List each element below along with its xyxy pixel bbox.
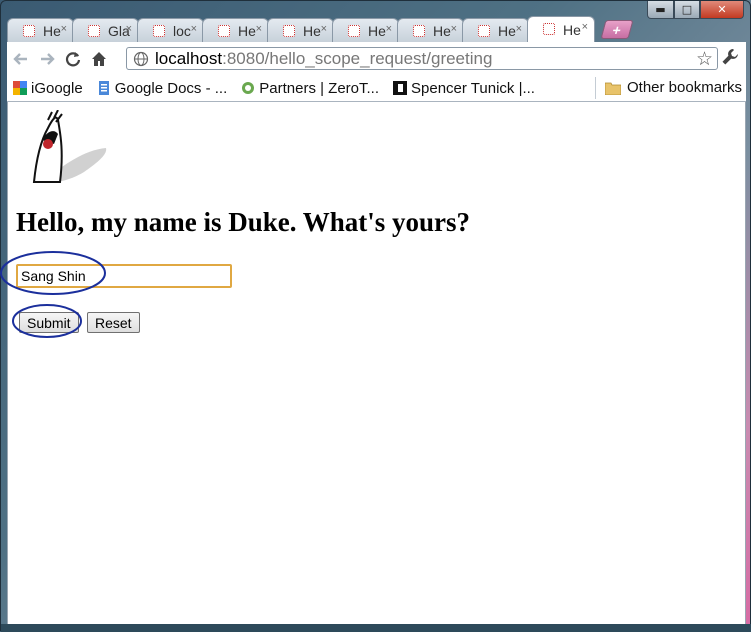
loading-favicon-icon (543, 23, 555, 35)
other-bookmarks-label: Other bookmarks (627, 79, 743, 96)
bookmark-spencer-tunick[interactable]: Spencer Tunick |... (393, 80, 535, 97)
tab-title: He (498, 22, 516, 39)
tab-close-icon[interactable]: × (386, 23, 392, 35)
submit-button[interactable]: Submit (19, 312, 79, 333)
bookmarks-bar: iGoogle Google Docs - ... Partners | Zer… (7, 75, 746, 102)
page-favicon-icon (413, 25, 425, 37)
wrench-icon (722, 49, 738, 65)
reset-button[interactable]: Reset (87, 312, 140, 333)
reload-button[interactable] (61, 47, 85, 71)
bookmark-google-docs[interactable]: Google Docs - ... (97, 79, 228, 97)
tab-close-icon[interactable]: × (126, 23, 132, 35)
page-favicon-icon (348, 25, 360, 37)
tab-close-icon[interactable]: × (321, 23, 327, 35)
tab-title: He (238, 22, 256, 39)
tab-4[interactable]: He × (202, 18, 269, 42)
folder-icon (604, 81, 623, 95)
google-icon (13, 81, 27, 95)
bookmark-star-icon[interactable]: ☆ (696, 48, 713, 71)
bookmark-label: Partners | ZeroT... (259, 79, 380, 97)
page-favicon-icon (88, 25, 100, 37)
maximize-button[interactable]: □ (674, 1, 700, 19)
tab-title: He (43, 22, 61, 39)
tab-6[interactable]: He × (332, 18, 399, 42)
bookmarks-divider (595, 77, 596, 99)
duke-mascot-image (32, 110, 107, 183)
home-icon (92, 51, 106, 66)
docs-icon (97, 81, 111, 95)
tab-close-icon[interactable]: × (451, 23, 457, 35)
page-favicon-icon (218, 25, 230, 37)
address-bar[interactable]: localhost:8080/hello_scope_request/greet… (126, 47, 718, 70)
settings-wrench-button[interactable] (720, 47, 740, 72)
minimize-button[interactable]: ▬ (647, 1, 674, 19)
forward-button[interactable] (35, 47, 59, 71)
tab-5[interactable]: He × (267, 18, 334, 42)
page-favicon-icon (478, 25, 490, 37)
tab-title: He (563, 21, 581, 38)
other-bookmarks-button[interactable]: Other bookmarks (604, 79, 743, 96)
tab-2[interactable]: Gla × (72, 18, 139, 42)
browser-window: ▬ □ ✕ He × Gla × loc × He × He × He × He × He × … (0, 0, 751, 632)
tab-7[interactable]: He × (397, 18, 464, 42)
window-controls: ▬ □ ✕ (647, 1, 744, 19)
name-input[interactable] (16, 264, 232, 288)
bookmark-igoogle[interactable]: iGoogle (13, 80, 83, 97)
globe-icon (133, 51, 149, 66)
tab-close-icon[interactable]: × (582, 21, 588, 33)
back-button[interactable] (9, 47, 33, 71)
tab-close-icon[interactable]: × (61, 23, 67, 35)
tab-strip: He × Gla × loc × He × He × He × He × He × He × + (7, 15, 634, 42)
tab-close-icon[interactable]: × (256, 23, 262, 35)
tab-8[interactable]: He × (462, 18, 529, 42)
tab-title: He (433, 22, 451, 39)
reload-icon (65, 51, 81, 66)
bookmark-partners-zerot[interactable]: Partners | ZeroT... (241, 80, 379, 97)
tab-1[interactable]: He × (7, 18, 74, 42)
tab-close-icon[interactable]: × (516, 23, 522, 35)
tab-title: He (368, 22, 386, 39)
back-arrow-icon (13, 52, 27, 65)
tunick-icon (393, 81, 408, 95)
tab-active[interactable]: He × (527, 16, 595, 42)
new-tab-button[interactable]: + (600, 20, 634, 39)
page-heading: Hello, my name is Duke. What's yours? (16, 207, 471, 237)
page-favicon-icon (153, 25, 165, 37)
bookmark-label: Spencer Tunick |... (411, 79, 535, 97)
bookmark-label: Google Docs - ... (114, 79, 228, 97)
home-button[interactable] (87, 47, 111, 71)
bookmark-label: iGoogle (31, 79, 83, 97)
url-path: :8080/hello_scope_request/greeting (222, 48, 493, 68)
tab-3[interactable]: loc × (137, 18, 204, 42)
page-content: Hello, my name is Duke. What's yours? Su… (0, 102, 746, 624)
toolbar: localhost:8080/hello_scope_request/greet… (7, 42, 746, 75)
url-host: localhost (155, 48, 223, 68)
tab-title: He (303, 22, 321, 39)
page-favicon-icon (23, 25, 35, 37)
tab-close-icon[interactable]: × (191, 23, 197, 35)
tab-title: loc (173, 22, 191, 39)
zerotier-icon (241, 81, 255, 95)
forward-arrow-icon (41, 52, 55, 65)
close-window-button[interactable]: ✕ (700, 1, 744, 19)
page-favicon-icon (283, 25, 295, 37)
